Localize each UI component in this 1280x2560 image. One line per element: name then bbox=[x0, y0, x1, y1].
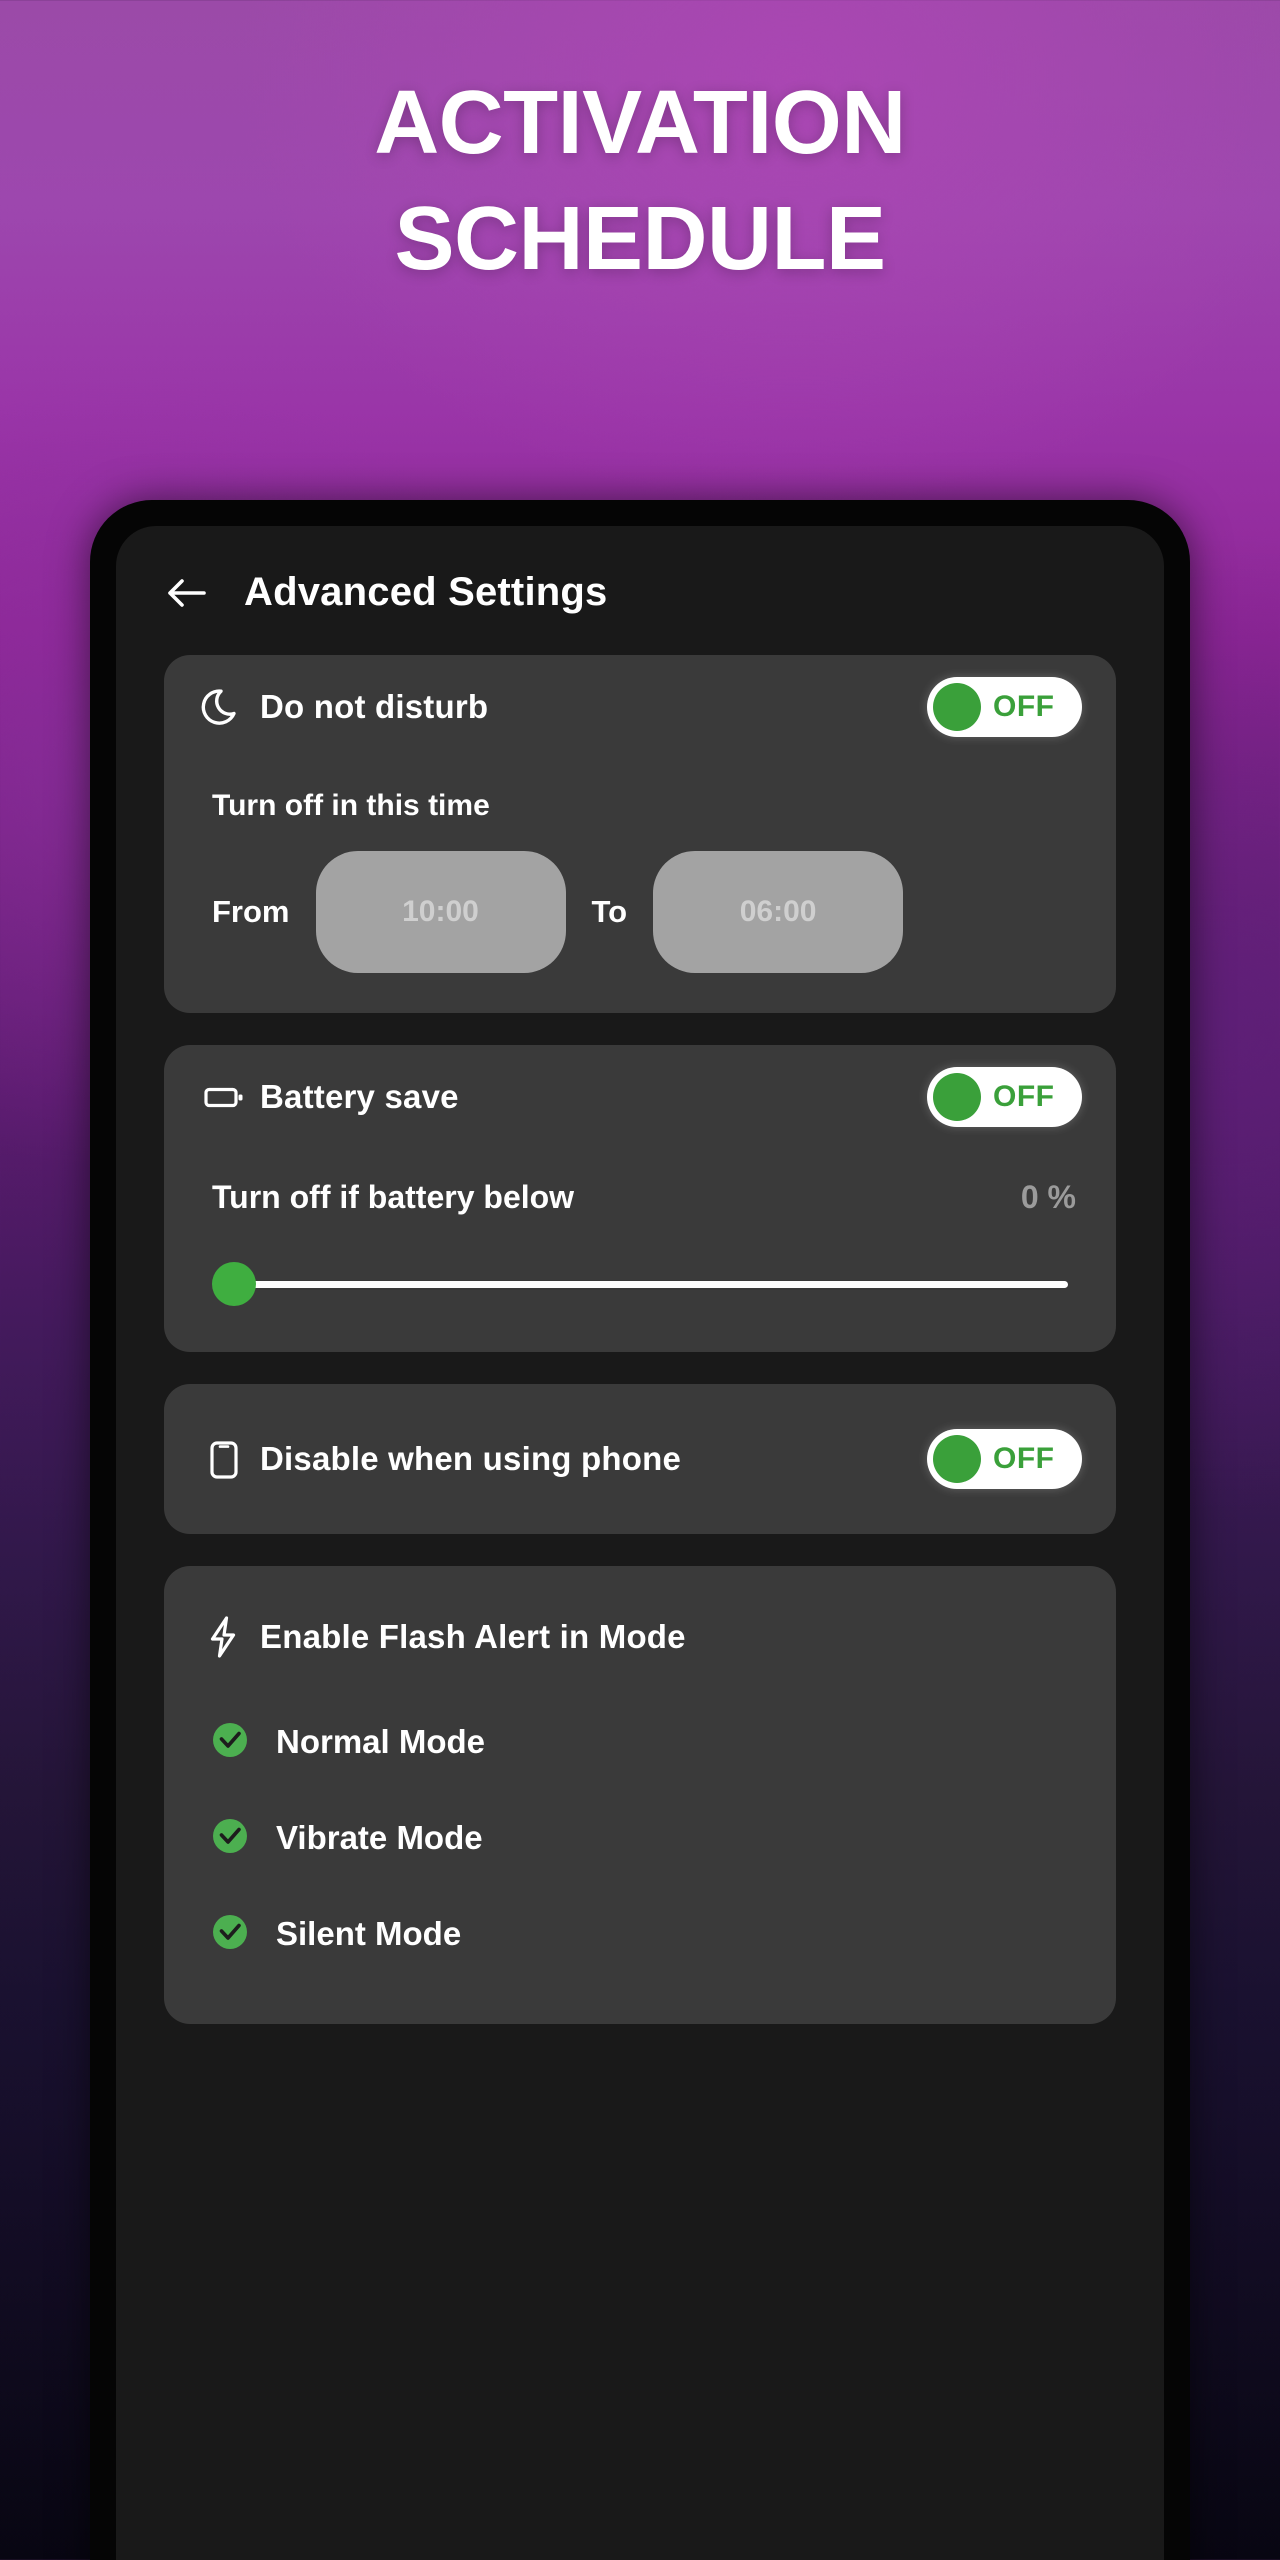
battery-threshold-label: Turn off if battery below bbox=[212, 1179, 575, 1215]
app-bar: Advanced Settings bbox=[116, 526, 1164, 655]
do-not-disturb-sublabel: Turn off in this time bbox=[212, 789, 490, 822]
toggle-state-label: OFF bbox=[993, 1442, 1055, 1475]
battery-save-label: Battery save bbox=[260, 1078, 459, 1115]
card-flash-alert: Enable Flash Alert in Mode Normal Mode V… bbox=[164, 1566, 1116, 2024]
phone-screen: Advanced Settings Do not disturb OFF Tur… bbox=[116, 526, 1164, 2560]
mode-label: Normal Mode bbox=[276, 1723, 486, 1760]
app-bar-title: Advanced Settings bbox=[244, 570, 608, 614]
battery-icon bbox=[198, 1071, 260, 1123]
to-caption: To bbox=[591, 894, 628, 929]
toggle-knob bbox=[933, 1073, 981, 1121]
check-circle-icon[interactable] bbox=[206, 1716, 262, 1769]
page-title: ACTIVATION SCHEDULE bbox=[0, 78, 1280, 284]
from-caption: From bbox=[212, 894, 290, 929]
do-not-disturb-time-range: From 10:00 To 06:00 bbox=[198, 827, 1082, 1013]
battery-save-toggle[interactable]: OFF bbox=[927, 1067, 1082, 1127]
mode-label: Vibrate Mode bbox=[276, 1819, 483, 1856]
mode-row-silent[interactable]: Silent Mode bbox=[198, 1886, 1082, 1982]
toggle-knob bbox=[933, 683, 981, 731]
mode-row-normal[interactable]: Normal Mode bbox=[198, 1694, 1082, 1790]
card-do-not-disturb: Do not disturb OFF Turn off in this time… bbox=[164, 655, 1116, 1013]
phone-icon bbox=[198, 1433, 260, 1485]
do-not-disturb-label: Do not disturb bbox=[260, 688, 489, 725]
battery-threshold-value: 0 % bbox=[1020, 1179, 1076, 1215]
mode-label: Silent Mode bbox=[276, 1915, 462, 1952]
lightning-bolt-icon bbox=[198, 1611, 260, 1663]
battery-save-row[interactable]: Battery save OFF bbox=[198, 1045, 1082, 1149]
disable-when-using-phone-label: Disable when using phone bbox=[260, 1440, 682, 1477]
do-not-disturb-toggle[interactable]: OFF bbox=[927, 677, 1082, 737]
battery-threshold-slider[interactable] bbox=[198, 1216, 1082, 1352]
disable-when-using-phone-row[interactable]: Disable when using phone OFF bbox=[198, 1384, 1082, 1534]
phone-mockup-frame: Advanced Settings Do not disturb OFF Tur… bbox=[90, 500, 1190, 2560]
page-title-line-2: SCHEDULE bbox=[394, 189, 886, 289]
moon-icon bbox=[198, 681, 260, 733]
check-circle-icon[interactable] bbox=[206, 1812, 262, 1865]
to-time-field[interactable]: 06:00 bbox=[653, 851, 904, 973]
disable-when-using-phone-toggle[interactable]: OFF bbox=[927, 1429, 1082, 1489]
from-time-field[interactable]: 10:00 bbox=[315, 851, 566, 973]
toggle-state-label: OFF bbox=[993, 690, 1055, 723]
mode-row-vibrate[interactable]: Vibrate Mode bbox=[198, 1790, 1082, 1886]
check-circle-icon[interactable] bbox=[206, 1908, 262, 1961]
slider-thumb[interactable] bbox=[212, 1262, 256, 1306]
toggle-state-label: OFF bbox=[993, 1080, 1055, 1113]
toggle-knob bbox=[933, 1435, 981, 1483]
slider-track[interactable] bbox=[250, 1280, 1068, 1288]
arrow-left-icon[interactable] bbox=[164, 571, 208, 615]
battery-threshold-row: Turn off if battery below 0 % bbox=[198, 1149, 1082, 1216]
flash-alert-label: Enable Flash Alert in Mode bbox=[260, 1618, 686, 1655]
do-not-disturb-row[interactable]: Do not disturb OFF bbox=[198, 655, 1082, 759]
page-title-line-1: ACTIVATION bbox=[374, 73, 906, 173]
card-disable-when-using-phone: Disable when using phone OFF bbox=[164, 1384, 1116, 1534]
flash-alert-header-row: Enable Flash Alert in Mode bbox=[198, 1566, 1082, 1694]
card-battery-save: Battery save OFF Turn off if battery bel… bbox=[164, 1045, 1116, 1352]
